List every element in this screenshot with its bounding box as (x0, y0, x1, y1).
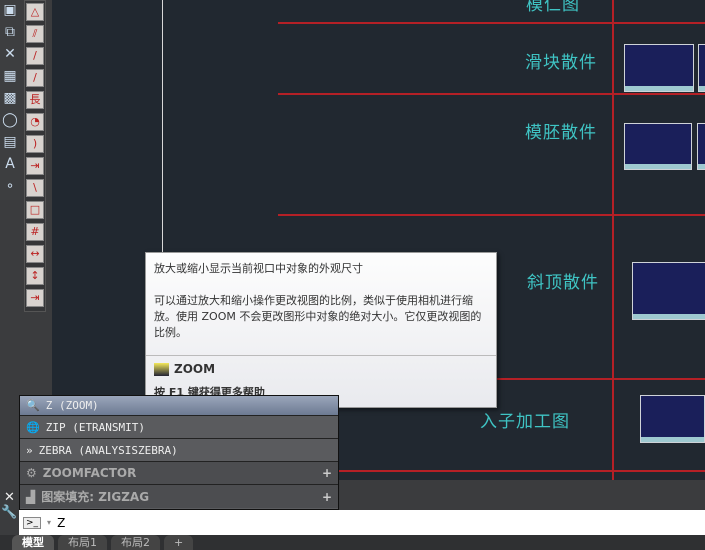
drawing-label: 入子加工图 (480, 412, 570, 432)
hatch-lines-icon[interactable]: ⫽ (26, 25, 44, 43)
drawing-label: 模胚散件 (525, 123, 597, 143)
autocomplete-item[interactable]: ⚙ ZOOMFACTOR + (20, 462, 338, 485)
table-border (612, 0, 614, 480)
dim-baseline-icon[interactable]: ⇥ (26, 157, 44, 175)
chevron-down-icon[interactable]: ▾ (47, 518, 51, 527)
command-line[interactable]: >_ ▾ Z (19, 510, 705, 535)
tooltip-command: ZOOM (174, 362, 216, 376)
tab-layout1[interactable]: 布局1 (58, 535, 107, 550)
region-icon[interactable]: ◯ (1, 112, 19, 130)
expand-icon[interactable]: + (322, 466, 332, 480)
dim-radius-icon[interactable]: ◔ (26, 113, 44, 131)
drawing-thumbnail[interactable] (624, 44, 694, 92)
command-prompt-icon[interactable]: >_ (23, 516, 42, 529)
block-icon[interactable]: ▣ (1, 2, 19, 20)
autocomplete-list: 🔍 Z (ZOOM) 🌐 ZIP (ETRANSMIT) » ZEBRA (ANALY… (19, 395, 339, 510)
drawing-thumbnail[interactable] (697, 123, 705, 170)
tab-layout2[interactable]: 布局2 (111, 535, 160, 550)
customize-icon[interactable]: 🔧 (0, 505, 19, 520)
dim-jog-icon[interactable]: ⇥ (26, 289, 44, 307)
layout-tabs: 模型 布局1 布局2 + (0, 535, 705, 550)
insert-block-icon[interactable]: ⧉ (1, 24, 19, 42)
tab-model[interactable]: 模型 (12, 535, 54, 550)
autocomplete-item[interactable]: » ZEBRA (ANALYSISZEBRA) (20, 439, 338, 462)
drawing-thumbnail[interactable] (632, 262, 705, 320)
gradient-icon[interactable]: ▩ (1, 90, 19, 108)
drawing-label: 斜顶散件 (527, 273, 599, 293)
etransmit-icon: 🌐 (26, 420, 40, 434)
dim-length-icon[interactable]: 長 (26, 91, 44, 109)
add-layout-button[interactable]: + (164, 535, 194, 550)
zebra-icon: » (26, 443, 33, 457)
zoom-icon (154, 363, 169, 376)
dim-arc-icon[interactable]: ) (26, 135, 44, 153)
drawing-label: 滑块散件 (525, 53, 597, 73)
hatch-icon: ▟ (26, 489, 36, 504)
table-border (278, 22, 705, 24)
toolbar-dimension: △ ⫽ / / 長 ◔ ) ⇥ \ □ # ↔ ↕ ⇥ (24, 0, 46, 312)
drawing-thumbnail[interactable] (624, 123, 692, 170)
dim-icon[interactable]: △ (26, 3, 44, 21)
dim-vertical-icon[interactable]: ↕ (26, 267, 44, 285)
dim-linear-icon[interactable]: / (26, 69, 44, 87)
table-border (278, 93, 705, 95)
tooltip-title: 放大或缩小显示当前视口中对象的外观尺寸 (154, 262, 363, 275)
zoom-icon: 🔍 (26, 399, 40, 412)
table-icon[interactable]: ▤ (1, 134, 19, 152)
divider (146, 355, 496, 356)
command-tooltip: 放大或缩小显示当前视口中对象的外观尺寸 可以通过放大和缩小操作更改视图的比例，类… (145, 252, 497, 408)
autocomplete-item[interactable]: 🔍 Z (ZOOM) (20, 396, 338, 416)
drawing-label: 模仁图 (526, 0, 580, 15)
expand-icon[interactable]: + (322, 490, 332, 504)
table-border (278, 470, 705, 472)
command-line-controls: ✕ 🔧 (0, 490, 19, 535)
close-icon[interactable]: ✕ (0, 490, 19, 505)
dim-aligned-icon[interactable]: / (26, 47, 44, 65)
dim-break-icon[interactable]: # (26, 223, 44, 241)
drawing-thumbnail[interactable] (640, 395, 705, 443)
toolbar-draw: ▣ ⧉ ✕ ▦ ▩ ◯ ▤ A ∘ (0, 0, 20, 200)
hatch-icon[interactable]: ▦ (1, 68, 19, 86)
dim-diagonal-icon[interactable]: \ (26, 179, 44, 197)
add-point-icon[interactable]: ∘ (1, 178, 19, 196)
dim-space-icon[interactable]: ↔ (26, 245, 44, 263)
gear-icon: ⚙ (26, 466, 37, 480)
command-input[interactable]: Z (57, 516, 65, 530)
autocomplete-item[interactable]: ▟ 图案填充: ZIGZAG + (20, 485, 338, 508)
drawing-thumbnail[interactable] (698, 44, 705, 92)
text-icon[interactable]: A (1, 156, 19, 174)
autocomplete-item[interactable]: 🌐 ZIP (ETRANSMIT) (20, 416, 338, 439)
xline-icon[interactable]: ✕ (1, 46, 19, 64)
table-border (278, 214, 705, 216)
dim-box-icon[interactable]: □ (26, 201, 44, 219)
drawing-line (162, 0, 163, 252)
tooltip-description: 可以通过放大和缩小操作更改视图的比例，类似于使用相机进行缩放。使用 ZOOM 不… (154, 294, 482, 339)
